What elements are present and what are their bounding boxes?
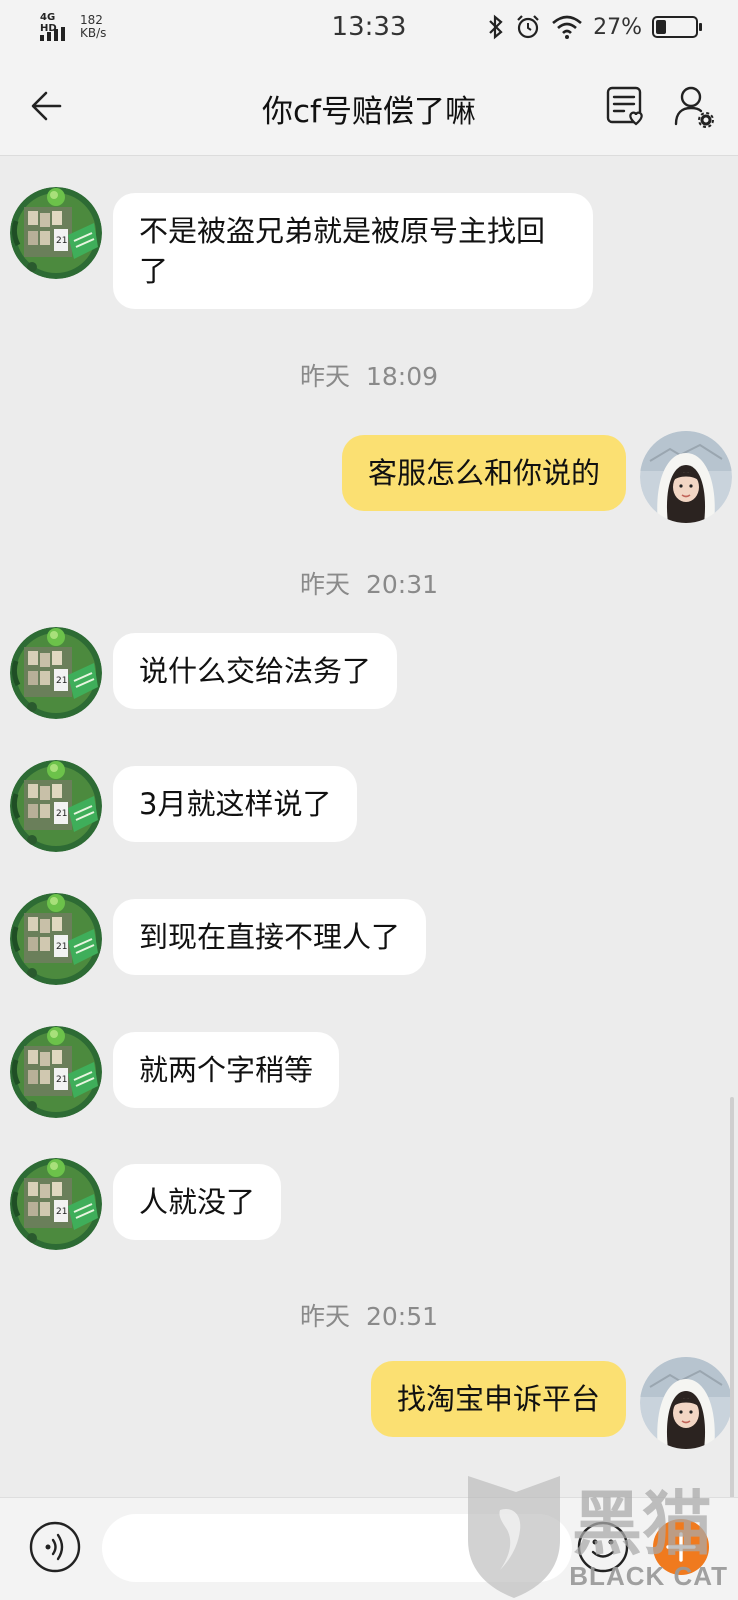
timestamp-day: 昨天 — [299, 362, 350, 391]
status-bar: 4G HD 182 KB/s 13:33 27% — [0, 0, 738, 56]
message-bubble-received[interactable]: 到现在直接不理人了 — [113, 899, 427, 975]
message-list[interactable]: 不是被盗兄弟就是被原号主找回了 昨天 18:09 客服怎么和你说的 昨天 20:31… — [0, 157, 738, 1517]
add-attachment-icon[interactable] — [650, 1516, 712, 1578]
contact-avatar[interactable] — [10, 893, 102, 985]
chat-header: 你cf号赔偿了嘛 — [0, 56, 738, 156]
message-bubble-received[interactable]: 3月就这样说了 — [113, 766, 358, 842]
timestamp-time: 20:51 — [365, 1302, 439, 1331]
contact-avatar[interactable] — [10, 187, 102, 279]
contact-avatar[interactable] — [10, 1026, 102, 1118]
contact-avatar[interactable] — [10, 760, 102, 852]
scrollbar[interactable] — [730, 1097, 734, 1517]
timestamp-time: 18:09 — [365, 362, 439, 391]
battery-icon — [652, 16, 702, 38]
emoji-icon[interactable] — [576, 1520, 630, 1574]
my-avatar[interactable] — [640, 1357, 732, 1449]
profile-settings-icon[interactable] — [670, 82, 718, 130]
contact-avatar[interactable] — [10, 627, 102, 719]
timestamp-day: 昨天 — [299, 1302, 350, 1331]
chat-notes-icon[interactable] — [602, 82, 650, 130]
message-timestamp: 昨天 18:09 — [0, 357, 738, 393]
my-avatar[interactable] — [640, 431, 732, 523]
message-bubble-sent[interactable]: 找淘宝申诉平台 — [370, 1361, 626, 1437]
timestamp-day: 昨天 — [299, 570, 350, 599]
contact-avatar[interactable] — [10, 1158, 102, 1250]
message-bubble-received[interactable]: 就两个字稍等 — [113, 1032, 340, 1108]
wifi-icon — [552, 15, 582, 39]
message-timestamp: 昨天 20:31 — [0, 565, 738, 601]
message-bubble-received[interactable]: 人就没了 — [113, 1164, 282, 1240]
voice-input-icon[interactable] — [28, 1520, 82, 1574]
battery-percent: 27% — [593, 14, 642, 40]
alarm-icon — [517, 15, 539, 39]
message-timestamp: 昨天 20:51 — [0, 1297, 738, 1333]
message-bubble-received[interactable]: 不是被盗兄弟就是被原号主找回了 — [113, 193, 593, 309]
message-input[interactable] — [102, 1514, 572, 1582]
message-bubble-received[interactable]: 说什么交给法务了 — [113, 633, 398, 709]
timestamp-time: 20:31 — [365, 570, 439, 599]
message-bubble-sent[interactable]: 客服怎么和你说的 — [341, 435, 626, 511]
bluetooth-icon — [489, 14, 503, 40]
message-input-bar — [0, 1497, 738, 1600]
